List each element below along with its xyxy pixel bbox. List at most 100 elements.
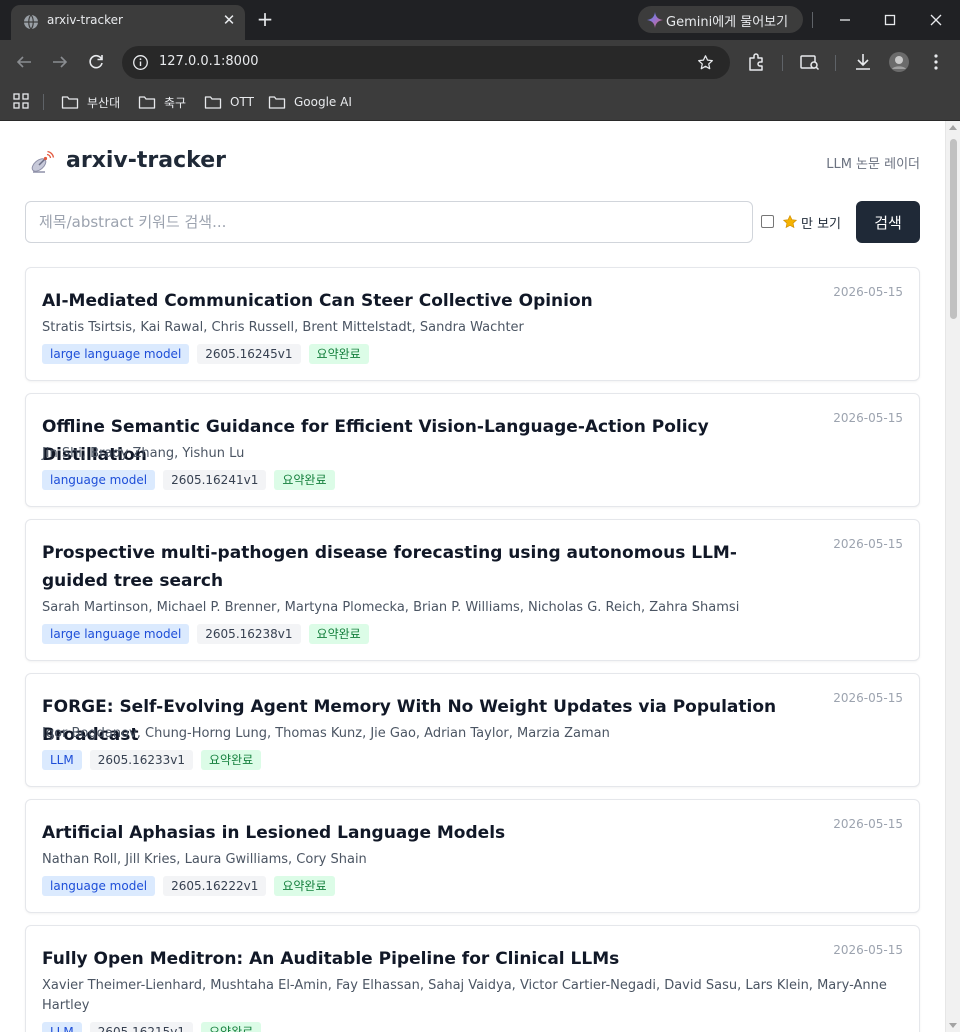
- paper-tags: large language model 2605.16238v1 요약완료: [42, 624, 369, 644]
- paper-date: 2026-05-15: [833, 537, 903, 551]
- back-icon[interactable]: [12, 50, 36, 74]
- paper-card[interactable]: Offline Semantic Guidance for Efficient …: [25, 393, 920, 507]
- paper-date: 2026-05-15: [833, 285, 903, 299]
- bookmark-label: Google AI: [294, 95, 352, 109]
- paper-date: 2026-05-15: [833, 691, 903, 705]
- menu-dots-icon[interactable]: [924, 50, 948, 74]
- arxiv-id-tag: 2605.16238v1: [197, 624, 301, 644]
- keyword-tag: language model: [42, 876, 156, 896]
- paper-date: 2026-05-15: [833, 411, 903, 425]
- keyword-tag: LLM: [42, 750, 82, 770]
- paper-tags: LLM 2605.16215v1 요약완료: [42, 1022, 262, 1032]
- bookmarks-bar: 부산대 축구 OTT Google AI: [0, 85, 960, 121]
- globe-icon: [24, 14, 38, 30]
- keyword-tag: LLM: [42, 1022, 82, 1032]
- arxiv-id-tag: 2605.16222v1: [163, 876, 267, 896]
- divider: [43, 94, 44, 110]
- bookmark-label: 축구: [164, 95, 187, 110]
- reload-icon[interactable]: [84, 50, 108, 74]
- paper-card[interactable]: FORGE: Self-Evolving Agent Memory With N…: [25, 673, 920, 787]
- close-tab-icon[interactable]: ✕: [219, 10, 239, 30]
- tab-strip: arxiv-tracker ✕ + Gemini에게 물어보기: [0, 0, 960, 40]
- status-badge: 요약완료: [308, 624, 369, 644]
- paper-authors: Jin Shi, Brady Zhang, Yishun Lu: [42, 446, 245, 461]
- paper-card[interactable]: Fully Open Meditron: An Auditable Pipeli…: [25, 925, 920, 1032]
- paper-title[interactable]: Artificial Aphasias in Lesioned Language…: [42, 819, 802, 847]
- paper-authors: Nathan Roll, Jill Kries, Laura Gwilliams…: [42, 852, 367, 867]
- status-badge: 요약완료: [201, 1022, 262, 1032]
- favorites-only-checkbox[interactable]: [761, 215, 774, 228]
- folder-icon: [204, 96, 222, 109]
- paper-authors: Stratis Tsirtsis, Kai Rawal, Chris Russe…: [42, 320, 524, 335]
- page-title: arxiv-tracker: [66, 148, 226, 173]
- paper-date: 2026-05-15: [833, 817, 903, 831]
- search-bar: 만 보기 검색: [25, 201, 920, 243]
- bookmark-star-icon[interactable]: [696, 53, 715, 72]
- satellite-dish-icon: [31, 150, 55, 173]
- status-badge: 요약완료: [201, 750, 262, 770]
- folder-icon: [61, 96, 79, 109]
- search-button[interactable]: 검색: [856, 201, 920, 243]
- paper-title[interactable]: Fully Open Meditron: An Auditable Pipeli…: [42, 945, 802, 973]
- scroll-down-arrow-icon[interactable]: [949, 1023, 957, 1028]
- bookmark-label: 부산대: [87, 95, 121, 110]
- paper-tags: large language model 2605.16245v1 요약완료: [42, 344, 369, 364]
- download-icon[interactable]: [851, 50, 875, 74]
- profile-avatar[interactable]: [887, 50, 911, 74]
- paper-tags: language model 2605.16241v1 요약완료: [42, 470, 335, 490]
- scrollbar-thumb[interactable]: [950, 139, 957, 319]
- star-icon: [782, 214, 798, 229]
- paper-card[interactable]: AI-Mediated Communication Can Steer Coll…: [25, 267, 920, 381]
- arxiv-id-tag: 2605.16233v1: [89, 750, 193, 770]
- address-bar[interactable]: 127.0.0.1:8000: [122, 46, 730, 79]
- minimize-icon[interactable]: [833, 8, 857, 32]
- scroll-up-arrow-icon[interactable]: [949, 125, 957, 130]
- browser-toolbar: 127.0.0.1:8000: [0, 40, 960, 85]
- tab-search-icon[interactable]: [798, 50, 822, 74]
- paper-title[interactable]: AI-Mediated Communication Can Steer Coll…: [42, 287, 802, 315]
- paper-authors: Xavier Theimer-Lienhard, Mushtaha El-Ami…: [42, 978, 887, 1013]
- favorites-only-label[interactable]: 만 보기: [801, 213, 841, 232]
- status-badge: 요약완료: [274, 470, 335, 490]
- paper-authors: Igor Bogdanov, Chung-Horng Lung, Thomas …: [42, 726, 610, 741]
- bookmark-folder-0[interactable]: 부산대: [61, 91, 120, 113]
- url-text[interactable]: 127.0.0.1:8000: [159, 54, 259, 69]
- divider: [812, 12, 813, 28]
- keyword-tag: language model: [42, 470, 156, 490]
- site-info-icon[interactable]: [132, 54, 149, 71]
- divider: [835, 55, 836, 71]
- page-viewport: arxiv-tracker LLM 논문 레이더 만 보기 검색 AI-Medi…: [0, 121, 960, 1032]
- site-header: arxiv-tracker LLM 논문 레이더: [25, 147, 920, 177]
- paper-tags: LLM 2605.16233v1 요약완료: [42, 750, 262, 770]
- paper-card[interactable]: Prospective multi-pathogen disease forec…: [25, 519, 920, 661]
- browser-tab[interactable]: arxiv-tracker ✕: [11, 5, 245, 40]
- bookmark-folder-2[interactable]: OTT: [204, 91, 254, 113]
- apps-grid-icon[interactable]: [12, 92, 30, 110]
- paper-date: 2026-05-15: [833, 943, 903, 957]
- page-scrollbar[interactable]: [945, 121, 960, 1032]
- arxiv-id-tag: 2605.16215v1: [89, 1022, 193, 1032]
- paper-tags: language model 2605.16222v1 요약완료: [42, 876, 335, 896]
- bookmark-folder-3[interactable]: Google AI: [268, 91, 352, 113]
- keyword-tag: large language model: [42, 624, 190, 644]
- gemini-sparkle-icon: [647, 12, 663, 28]
- forward-icon[interactable]: [48, 50, 72, 74]
- search-input[interactable]: [25, 201, 753, 243]
- paper-card[interactable]: Artificial Aphasias in Lesioned Language…: [25, 799, 920, 913]
- folder-icon: [268, 96, 286, 109]
- extensions-icon[interactable]: [745, 50, 769, 74]
- bookmark-label: OTT: [230, 95, 254, 109]
- paper-title[interactable]: Prospective multi-pathogen disease forec…: [42, 539, 802, 595]
- paper-authors: Sarah Martinson, Michael P. Brenner, Mar…: [42, 600, 740, 615]
- status-badge: 요약완료: [308, 344, 369, 364]
- new-tab-icon[interactable]: +: [254, 8, 276, 30]
- divider: [782, 55, 783, 71]
- maximize-icon[interactable]: [878, 8, 902, 32]
- arxiv-id-tag: 2605.16241v1: [163, 470, 267, 490]
- gemini-button[interactable]: Gemini에게 물어보기: [638, 6, 803, 33]
- page-tagline: LLM 논문 레이더: [826, 157, 920, 172]
- folder-icon: [138, 96, 156, 109]
- bookmark-folder-1[interactable]: 축구: [138, 91, 186, 113]
- tab-title: arxiv-tracker: [47, 13, 123, 27]
- close-window-icon[interactable]: [924, 8, 948, 32]
